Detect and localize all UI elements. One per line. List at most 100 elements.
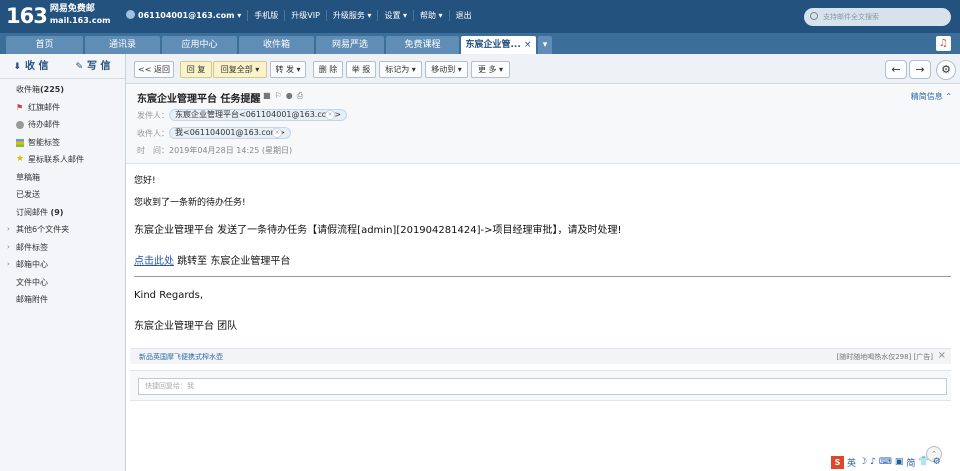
folder-file-center[interactable]: 文件中心 — [0, 274, 125, 292]
folder-starred-contacts[interactable]: ★ 星标联系人邮件 — [0, 151, 125, 169]
tab-courses[interactable]: 免费课程 — [386, 36, 459, 54]
settings-gear-icon[interactable]: ⚙ — [936, 60, 956, 80]
tab-home[interactable]: 首页 — [6, 36, 83, 54]
time-label: 时 间： — [137, 146, 169, 155]
delete-button[interactable]: 删 除 — [313, 61, 343, 78]
compact-info-link[interactable]: 精简信息 ⌃ — [911, 91, 952, 102]
top-bar: 163 网易免费邮 mail.163.com 061104001@163.com… — [0, 0, 960, 33]
reply-button[interactable]: 回 复 — [180, 61, 212, 78]
music-icon[interactable]: ♫ — [936, 36, 951, 51]
folder-smart-tags[interactable]: 智能标签 — [0, 134, 125, 152]
bookmark-icon[interactable]: ■ — [263, 91, 275, 100]
divider — [134, 276, 951, 277]
clock-icon — [16, 121, 24, 129]
topnav-upgrade[interactable]: 升级服务 ▾ — [325, 10, 378, 21]
mail-toolbar: << 返回 回 复 回复全部 ▾ 转 发 ▾ 删 除 举 报 标记为 ▾ 移动到… — [126, 54, 960, 84]
logo-line1: 网易免费邮 — [49, 4, 95, 14]
ime-tray: S 英 ☽ ♪ ⌨ ▣ 简 👕 ⚙ — [831, 455, 941, 469]
red-flag-icon: ⚑ — [16, 102, 24, 112]
topnav-mobile[interactable]: 手机版 — [247, 10, 284, 21]
tab-inbox[interactable]: 收件箱 — [239, 36, 314, 54]
folder-attachments[interactable]: 邮箱附件 — [0, 291, 125, 309]
mark-as-button[interactable]: 标记为 ▾ — [379, 61, 422, 78]
moon-icon[interactable]: ☽ — [859, 457, 867, 467]
folder-subscriptions[interactable]: 订阅邮件 (9) — [0, 204, 125, 222]
close-icon[interactable]: × — [938, 350, 946, 361]
mail-time: 2019年04月28日 14:25 (星期日) — [169, 146, 293, 155]
ad-text[interactable]: [随时随地喝热水仅298] [广告] — [836, 352, 933, 362]
tab-apps[interactable]: 应用中心 — [162, 36, 237, 54]
reply-all-button[interactable]: 回复全部 ▾ — [213, 61, 267, 78]
click-here-link[interactable]: 点击此处 — [134, 256, 174, 267]
ad-bar: 新品英国摩飞便携式榨水壶 [随时随地喝热水仅298] [广告] × — [130, 348, 951, 364]
voice-icon[interactable]: ♪ — [870, 457, 876, 467]
tab-current-mail[interactable]: 东宸企业管... × — [461, 36, 536, 54]
receive-button[interactable]: ⬇ 收 信 — [0, 54, 62, 79]
logo[interactable]: 163 网易免费邮 mail.163.com — [6, 4, 110, 30]
logo-number: 163 — [6, 4, 48, 28]
topnav-help[interactable]: 帮助 ▾ — [413, 10, 449, 21]
folder-mail-center[interactable]: › 邮箱中心 — [0, 256, 125, 274]
keyboard-icon[interactable]: ⌨ — [879, 457, 892, 467]
team-signature: 东宸企业管理平台 团队 — [134, 321, 238, 332]
tray-settings-icon[interactable]: ⚙ — [933, 457, 941, 467]
expand-arrow-icon: › — [7, 242, 10, 251]
body-line1: 您收到了一条新的待办任务! — [134, 198, 246, 208]
download-icon: ⬇ — [13, 62, 22, 72]
recipient-dropdown-icon[interactable]: × — [272, 128, 282, 138]
sogou-logo-icon[interactable]: S — [831, 455, 844, 469]
forward-button[interactable]: 转 发 ▾ — [270, 61, 306, 78]
quick-reply-area: 快捷回复给：我 — [130, 370, 951, 401]
folder-mail-tags[interactable]: › 邮件标签 — [0, 239, 125, 257]
folder-todo[interactable]: 待办邮件 — [0, 116, 125, 134]
compose-button[interactable]: ✎ 写 信 — [62, 54, 124, 79]
top-nav: 061104001@163.com ▾ 手机版 升级VIP 升级服务 ▾ 设置 … — [126, 10, 478, 21]
english-mode-icon[interactable]: 英 — [847, 456, 856, 469]
skin-icon[interactable]: 👕 — [918, 457, 929, 467]
expand-arrow-icon: › — [7, 225, 10, 233]
quick-reply-input[interactable]: 快捷回复给：我 — [138, 378, 947, 395]
search-icon — [810, 12, 818, 20]
sender-dropdown-icon[interactable]: × — [325, 110, 335, 120]
topnav-settings[interactable]: 设置 ▾ — [377, 10, 413, 21]
tab-yanxuan[interactable]: 网易严选 — [316, 36, 384, 54]
sender-label: 发件人： — [137, 111, 169, 120]
ad-link[interactable]: 新品英国摩飞便携式榨水壶 — [139, 352, 223, 362]
flag-icon[interactable]: ⚐ — [275, 91, 286, 100]
topnav-logout[interactable]: 退出 — [448, 10, 478, 21]
simplified-icon[interactable]: 简 — [906, 456, 915, 469]
topnav-vip[interactable]: 升级VIP — [284, 10, 326, 21]
folder-inbox[interactable]: 收件箱(225) — [0, 81, 125, 99]
report-button[interactable]: 举 报 — [346, 61, 376, 78]
more-button[interactable]: 更 多 ▾ — [471, 61, 510, 78]
back-button[interactable]: << 返回 — [134, 61, 174, 78]
recipient-label: 收件人： — [137, 129, 169, 138]
tab-close-icon[interactable]: × — [524, 40, 532, 50]
tab-contacts[interactable]: 通讯录 — [85, 36, 160, 54]
move-to-button[interactable]: 移动到 ▾ — [425, 61, 468, 78]
next-mail-icon[interactable]: → — [909, 60, 931, 79]
pencil-icon: ✎ — [75, 62, 84, 72]
message-header: 东宸企业管理平台 任务提醒 ■⚐●⎙ 精简信息 ⌃ 发件人： 东宸企业管理平台<… — [126, 84, 960, 164]
account-menu[interactable]: 061104001@163.com ▾ — [126, 10, 247, 21]
prev-mail-icon[interactable]: ← — [885, 60, 907, 79]
tags-icon — [16, 138, 24, 147]
folder-sent[interactable]: 已发送 — [0, 186, 125, 204]
screen-icon[interactable]: ▣ — [895, 457, 904, 467]
logo-line2: mail.163.com — [49, 16, 111, 25]
print-icon[interactable]: ⎙ — [297, 91, 307, 100]
sender-address[interactable]: 东宸企业管理平台<061104001@163.com> — [169, 109, 348, 121]
search-input[interactable]: 支持邮件全文搜索 — [804, 8, 951, 26]
regards: Kind Regards, — [134, 290, 203, 301]
mail-body: 您好! 您收到了一条新的待办任务! 东宸企业管理平台 发送了一条待办任务【请假流… — [126, 164, 960, 348]
mail-subject: 东宸企业管理平台 任务提醒 — [137, 94, 261, 105]
greeting: 您好! — [134, 176, 156, 186]
tag-icon[interactable]: ● — [286, 91, 297, 100]
tab-bar: 首页 通讯录 应用中心 收件箱 网易严选 免费课程 东宸企业管... × ▾ — [0, 33, 960, 54]
folder-other[interactable]: › 其他6个文件夹 — [0, 221, 125, 239]
folder-flagged[interactable]: ⚑ 红旗邮件 — [0, 99, 125, 117]
tab-more-dropdown[interactable]: ▾ — [538, 36, 552, 54]
folder-drafts[interactable]: 草稿箱 — [0, 169, 125, 187]
star-icon: ★ — [16, 154, 25, 164]
body-line2: 东宸企业管理平台 发送了一条待办任务【请假流程[admin][201904281… — [134, 225, 622, 236]
